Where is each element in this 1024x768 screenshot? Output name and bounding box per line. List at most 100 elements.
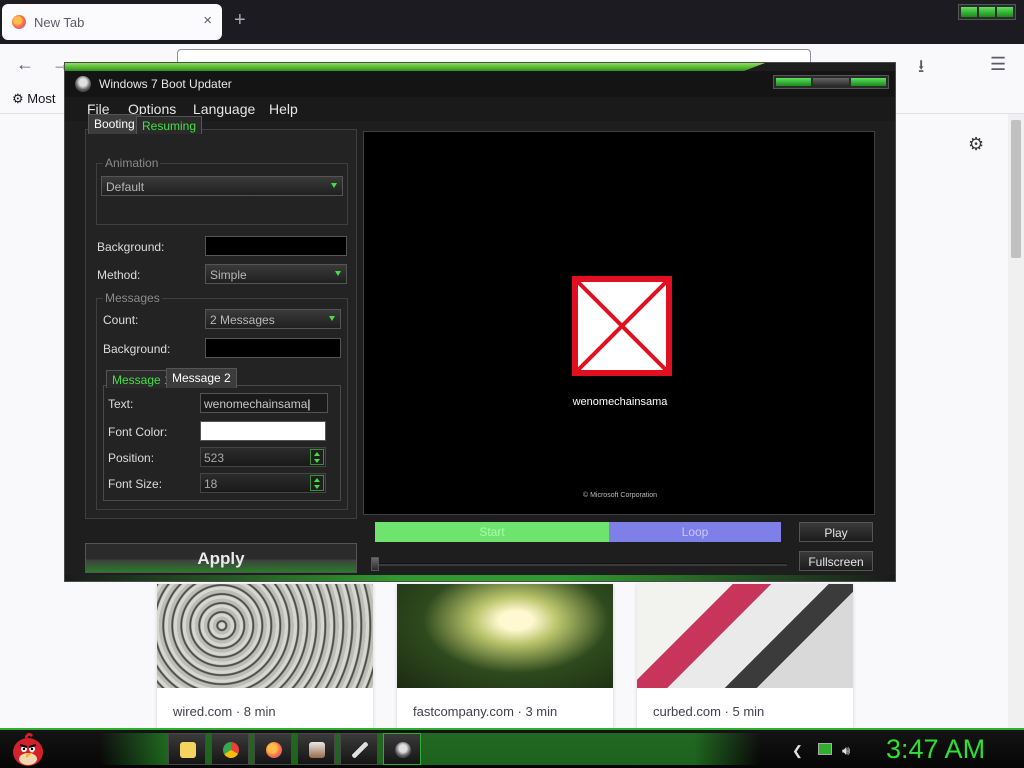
taskbar-boot-updater[interactable]: [383, 733, 421, 765]
window-controls[interactable]: [958, 4, 1016, 20]
messages-group-title: Messages: [103, 291, 162, 305]
background-color-swatch[interactable]: [205, 236, 347, 256]
progress-start-segment: Start: [375, 522, 609, 542]
gear-icon[interactable]: ⚙: [968, 134, 984, 155]
new-tab-button[interactable]: +: [234, 10, 246, 30]
count-select[interactable]: 2 Messages: [205, 309, 341, 329]
tab-title: New Tab: [34, 15, 85, 30]
chevron-down-icon: [331, 183, 337, 188]
browser-tabbar: New Tab × +: [0, 0, 1024, 44]
count-label: Count:: [103, 313, 139, 327]
taskbar-chrome[interactable]: [211, 733, 249, 765]
play-button[interactable]: Play: [799, 522, 873, 542]
tab-resuming[interactable]: Resuming: [136, 116, 203, 134]
broken-image-icon: [572, 276, 672, 376]
tab-message-2[interactable]: Message 2: [166, 368, 237, 388]
stepper-arrows-icon[interactable]: [310, 449, 324, 465]
story-source: curbed.com · 5 min: [653, 704, 765, 719]
messages-background-swatch[interactable]: [205, 338, 341, 358]
network-icon[interactable]: [818, 743, 832, 755]
back-icon[interactable]: ←: [16, 54, 34, 75]
background-label: Background:: [97, 240, 165, 254]
animation-group-title: Animation: [103, 156, 161, 170]
story-image: [397, 584, 613, 688]
font-size-stepper[interactable]: 18: [200, 473, 326, 493]
message-tab-panel: Message 1 Message 2 Text: wenomechainsam…: [103, 368, 341, 501]
text-caret: |: [307, 397, 311, 411]
taskbar-pen[interactable]: [340, 733, 378, 765]
position-stepper[interactable]: 523: [200, 447, 326, 467]
firefox-icon: [266, 742, 282, 758]
messages-background-label: Background:: [103, 342, 171, 356]
count-value: 2 Messages: [210, 313, 275, 327]
story-image: [157, 584, 373, 688]
preview-copyright: © Microsoft Corporation: [582, 492, 658, 499]
story-image: [637, 584, 853, 688]
boot-updater-window: Windows 7 Boot Updater File Options Lang…: [64, 62, 896, 582]
menu-help[interactable]: Help: [269, 101, 298, 117]
boot-updater-icon: [75, 76, 91, 92]
seek-slider[interactable]: [371, 557, 787, 571]
font-color-label: Font Color:: [108, 425, 168, 439]
folder-icon: [180, 742, 196, 758]
story-source: wired.com · 8 min: [173, 704, 276, 719]
bottom-glow: [65, 575, 895, 581]
chevron-down-icon: [335, 271, 341, 276]
settings-panel: Booting Resuming Animation Default Backg…: [85, 114, 357, 519]
app-title: Windows 7 Boot Updater: [99, 77, 232, 91]
animation-group: Animation Default: [96, 156, 348, 225]
story-card[interactable]: wired.com · 8 min: [157, 584, 373, 730]
taskbar-file-explorer[interactable]: [168, 733, 206, 765]
bookmark-most-visited[interactable]: ⚙ Most: [12, 91, 55, 107]
scrollbar[interactable]: [1008, 114, 1024, 728]
taskbar: ❮ 🔊︎ 3:47 AM: [0, 728, 1024, 768]
animation-value: Default: [106, 180, 145, 194]
text-label: Text:: [108, 397, 134, 411]
bookmark-label: Most: [27, 91, 56, 106]
title-glow: [65, 63, 765, 71]
font-size-label: Font Size:: [108, 477, 163, 491]
tab-new-tab[interactable]: New Tab ×: [2, 4, 222, 40]
tray-chevron-icon[interactable]: ❮: [792, 743, 803, 759]
pen-icon: [352, 742, 368, 758]
menu-language[interactable]: Language: [193, 101, 255, 117]
story-card[interactable]: curbed.com · 5 min: [637, 584, 853, 730]
tab-booting[interactable]: Booting: [88, 114, 141, 134]
method-select[interactable]: Simple: [205, 264, 347, 284]
story-source: fastcompany.com · 3 min: [413, 704, 558, 719]
app-titlebar: Windows 7 Boot Updater: [65, 71, 895, 97]
menu-icon[interactable]: ☰: [990, 54, 1006, 75]
position-label: Position:: [108, 451, 155, 465]
firefox-icon: [12, 15, 26, 29]
method-label: Method:: [97, 268, 141, 282]
animation-progress: Start Loop: [375, 522, 781, 542]
boot-preview: wenomechainsama © Microsoft Corporation: [363, 131, 875, 515]
story-card[interactable]: fastcompany.com · 3 min: [397, 584, 613, 730]
volume-icon[interactable]: 🔊︎: [842, 743, 850, 759]
font-color-swatch[interactable]: [200, 421, 326, 441]
method-value: Simple: [210, 268, 247, 282]
message-text-value: wenomechainsama: [204, 397, 308, 411]
font-size-value: 18: [204, 477, 218, 491]
stepper-arrows-icon[interactable]: [310, 475, 324, 491]
app-window-controls[interactable]: [773, 75, 889, 89]
chevron-down-icon: [329, 316, 335, 321]
fullscreen-button[interactable]: Fullscreen: [799, 551, 873, 571]
messages-group: Messages Count: 2 Messages Background: M…: [96, 291, 348, 510]
taskbar-firefox[interactable]: [254, 733, 292, 765]
start-button-angry-bird-icon[interactable]: [8, 730, 48, 768]
apply-button[interactable]: Apply: [85, 543, 357, 573]
taskbar-media[interactable]: [297, 733, 335, 765]
animation-select[interactable]: Default: [101, 176, 343, 196]
download-icon[interactable]: ⭳: [918, 54, 924, 84]
chrome-icon: [223, 742, 239, 758]
taskbar-clock[interactable]: 3:47 AM: [886, 734, 985, 765]
seek-track: [375, 563, 787, 566]
progress-loop-segment: Loop: [609, 522, 781, 542]
boot-updater-icon: [395, 742, 411, 758]
scrollbar-thumb[interactable]: [1011, 120, 1021, 258]
message-text-input[interactable]: wenomechainsama|: [200, 393, 328, 413]
seek-handle[interactable]: [371, 557, 379, 571]
preview-message-text: wenomechainsama: [572, 396, 668, 408]
tab-close-button[interactable]: ×: [203, 12, 212, 29]
